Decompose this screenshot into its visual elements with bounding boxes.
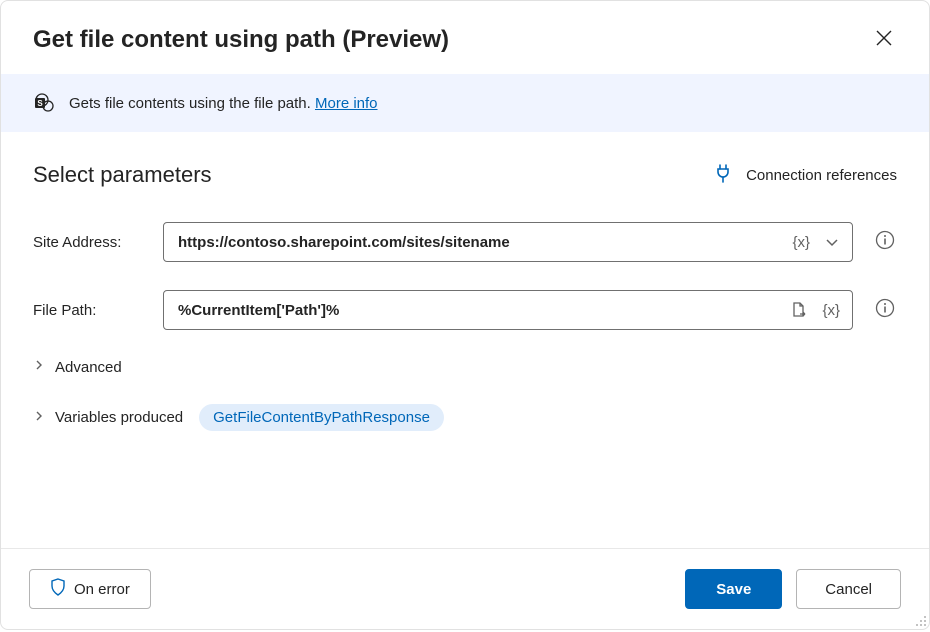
info-banner-description: Gets file contents using the file path. [69,95,315,112]
variable-picker-icon[interactable]: {x} [818,300,844,321]
cancel-button[interactable]: Cancel [796,569,901,609]
dialog-header: Get file content using path (Preview) [1,1,929,74]
connection-references-button[interactable]: Connection references [714,163,897,188]
svg-text:S: S [37,99,43,108]
sharepoint-connector-icon: S [33,92,55,114]
variables-produced-label: Variables produced [55,409,183,426]
on-error-label: On error [74,581,130,598]
connection-references-label: Connection references [746,167,897,184]
info-banner-text: Gets file contents using the file path. … [69,95,378,112]
chevron-down-icon[interactable] [820,232,844,252]
footer-right: Save Cancel [685,569,901,609]
save-button[interactable]: Save [685,569,782,609]
site-address-input[interactable] [178,234,782,251]
variables-produced-expander[interactable]: Variables produced GetFileContentByPathR… [33,404,897,431]
chevron-right-icon [33,358,45,376]
dialog-footer: On error Save Cancel [1,548,929,629]
site-address-label: Site Address: [33,234,143,251]
dialog-title: Get file content using path (Preview) [33,26,449,54]
info-icon[interactable] [873,228,897,257]
site-address-row: Site Address: {x} [33,222,897,262]
plug-icon [714,163,732,188]
on-error-button[interactable]: On error [29,569,151,609]
params-heading: Select parameters [33,162,212,188]
cancel-label: Cancel [825,581,872,598]
file-picker-icon[interactable] [786,299,812,321]
save-label: Save [716,581,751,598]
more-info-link[interactable]: More info [315,95,378,112]
info-icon[interactable] [873,296,897,325]
shield-icon [50,578,66,600]
advanced-expander[interactable]: Advanced [33,358,897,376]
advanced-label: Advanced [55,359,122,376]
params-header: Select parameters Connection references [33,162,897,188]
chevron-right-icon [33,409,45,427]
file-path-input[interactable] [178,302,780,319]
close-icon [875,29,893,50]
dialog-content: Select parameters Connection references … [1,132,929,548]
resize-grip-icon[interactable] [913,613,927,627]
variable-output-pill[interactable]: GetFileContentByPathResponse [199,404,444,431]
variable-picker-icon[interactable]: {x} [788,232,814,253]
info-banner: S Gets file contents using the file path… [1,74,929,132]
close-button[interactable] [871,25,897,54]
file-path-label: File Path: [33,302,143,319]
dialog: Get file content using path (Preview) S … [0,0,930,630]
site-address-input-wrapper: {x} [163,222,853,262]
file-path-row: File Path: {x} [33,290,897,330]
file-path-input-wrapper: {x} [163,290,853,330]
